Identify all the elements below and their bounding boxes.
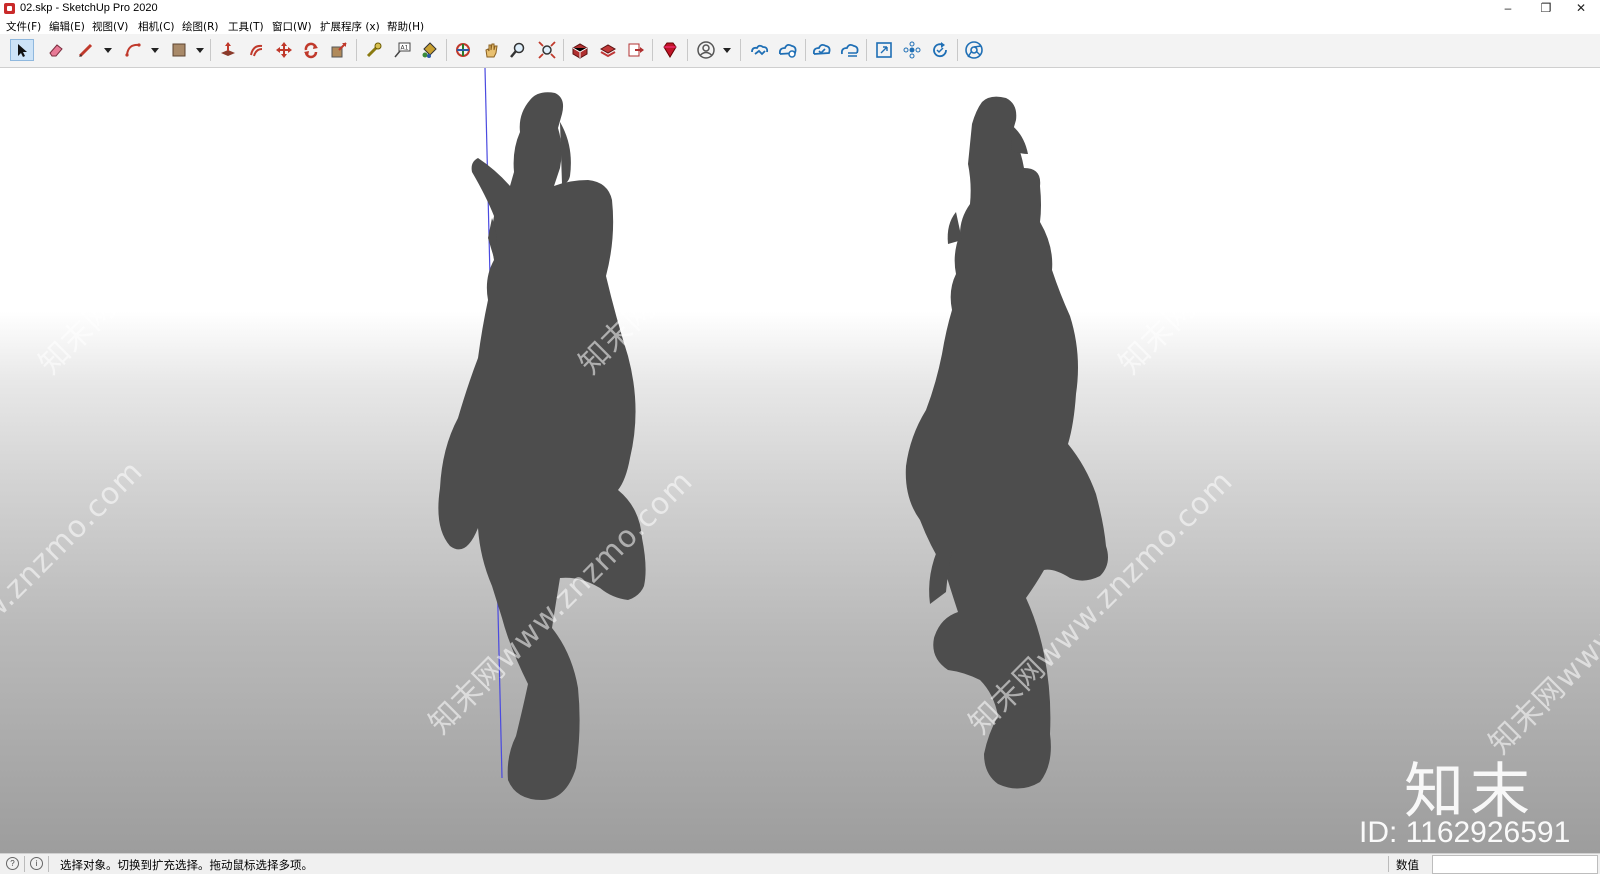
account-button[interactable] bbox=[694, 39, 718, 61]
zoom-extents-icon bbox=[538, 41, 556, 59]
menu-file[interactable]: 文件(F) bbox=[6, 19, 41, 34]
arc-icon bbox=[125, 43, 141, 57]
send-to-layout-icon bbox=[628, 43, 644, 57]
cloud-sync-button[interactable] bbox=[810, 39, 834, 61]
status-message: 选择对象。切换到扩充选择。拖动鼠标选择多项。 bbox=[60, 858, 313, 872]
title-bar: 02.skp - SketchUp Pro 2020 – ❐ ✕ bbox=[0, 0, 1600, 18]
zoom-icon bbox=[510, 42, 525, 58]
rectangle-tool-dropdown[interactable] bbox=[196, 48, 204, 53]
cloud-share-icon bbox=[778, 43, 797, 58]
text-label-icon: A1 bbox=[394, 42, 411, 58]
paint-bucket-icon bbox=[422, 42, 437, 58]
line-tool-button[interactable] bbox=[74, 39, 98, 61]
ruby-console-icon bbox=[663, 42, 677, 58]
follow-me-tool-button[interactable] bbox=[244, 39, 268, 61]
line-tool-dropdown[interactable] bbox=[104, 48, 112, 53]
offset-icon bbox=[250, 44, 263, 57]
menu-tools[interactable]: 工具(T) bbox=[228, 19, 264, 34]
zoom-tool-button[interactable] bbox=[506, 39, 530, 61]
text-tool-button[interactable]: A1 bbox=[390, 39, 414, 61]
menu-bar: 文件(F) 编辑(E) 视图(V) 相机(C) 绘图(R) 工具(T) 窗口(W… bbox=[0, 18, 1600, 34]
rectangle-icon bbox=[172, 43, 186, 57]
scale-tool-button[interactable] bbox=[327, 39, 351, 61]
menu-edit[interactable]: 编辑(E) bbox=[49, 19, 85, 34]
orbit-icon bbox=[456, 43, 470, 57]
minimize-button[interactable]: – bbox=[1490, 0, 1526, 18]
move-icon bbox=[276, 42, 292, 58]
status-bar: ? i 选择对象。切换到扩充选择。拖动鼠标选择多项。 数值 bbox=[0, 853, 1600, 874]
update-button[interactable] bbox=[928, 39, 952, 61]
zoom-extents-tool-button[interactable] bbox=[535, 39, 559, 61]
extension-warehouse-button[interactable] bbox=[596, 39, 620, 61]
3d-warehouse-icon bbox=[572, 43, 588, 59]
window-title: 02.skp - SketchUp Pro 2020 bbox=[20, 2, 158, 14]
measurements-label: 数值 bbox=[1396, 858, 1419, 872]
tape-measure-tool-button[interactable] bbox=[362, 39, 386, 61]
arc-tool-button[interactable] bbox=[121, 39, 145, 61]
info-icon[interactable]: i bbox=[30, 857, 43, 870]
menu-extensions[interactable]: 扩展程序 (x) bbox=[320, 19, 380, 34]
menu-draw[interactable]: 绘图(R) bbox=[182, 19, 219, 34]
extension-warehouse-icon bbox=[599, 44, 617, 58]
browser-button[interactable] bbox=[962, 39, 986, 61]
cloud-sync-icon bbox=[812, 43, 831, 55]
push-pull-icon bbox=[221, 42, 235, 56]
rectangle-tool-button[interactable] bbox=[167, 39, 191, 61]
components-icon bbox=[903, 41, 921, 59]
select-arrow-icon bbox=[18, 44, 27, 57]
push-pull-tool-button[interactable] bbox=[216, 39, 240, 61]
restore-button[interactable]: ❐ bbox=[1528, 0, 1564, 18]
cloud-list-icon bbox=[840, 43, 859, 57]
orbit-tool-button[interactable] bbox=[451, 39, 475, 61]
sketchup-app-icon bbox=[4, 3, 15, 14]
svg-text:A1: A1 bbox=[401, 45, 409, 52]
menu-help[interactable]: 帮助(H) bbox=[387, 19, 424, 34]
account-dropdown[interactable] bbox=[723, 48, 731, 53]
pan-hand-icon bbox=[485, 43, 498, 58]
geolocation-icon[interactable]: ? bbox=[6, 857, 19, 870]
modeling-viewport[interactable]: 知末网www.znzmo.com 知末网www.znzmo.com 知末网www… bbox=[0, 68, 1600, 853]
large-toolset-toolbar: A1 bbox=[0, 34, 1600, 68]
update-icon bbox=[933, 42, 947, 58]
arc-tool-dropdown[interactable] bbox=[151, 48, 159, 53]
send-to-layout-button[interactable] bbox=[624, 39, 648, 61]
menu-camera[interactable]: 相机(C) bbox=[138, 19, 175, 34]
cloud-list-button[interactable] bbox=[838, 39, 862, 61]
move-tool-button[interactable] bbox=[272, 39, 296, 61]
ruby-console-button[interactable] bbox=[658, 39, 682, 61]
brand-id-label: ID: 1162926591 bbox=[1359, 816, 1571, 849]
eraser-tool-button[interactable] bbox=[44, 39, 68, 61]
pencil-line-icon bbox=[78, 43, 93, 58]
components-button[interactable] bbox=[900, 39, 924, 61]
trimble-connect-icon bbox=[751, 44, 769, 56]
3d-warehouse-button[interactable] bbox=[568, 39, 592, 61]
trimble-connect-button[interactable] bbox=[748, 39, 772, 61]
tape-measure-icon bbox=[366, 42, 382, 58]
chrome-browser-icon bbox=[965, 41, 983, 59]
close-button[interactable]: ✕ bbox=[1563, 0, 1599, 18]
select-tool-button[interactable] bbox=[10, 39, 34, 61]
menu-view[interactable]: 视图(V) bbox=[92, 19, 128, 34]
account-icon bbox=[697, 41, 715, 59]
pan-tool-button[interactable] bbox=[479, 39, 503, 61]
rotate-icon bbox=[304, 42, 318, 59]
section-view-icon bbox=[876, 42, 892, 58]
paint-bucket-tool-button[interactable] bbox=[417, 39, 441, 61]
eraser-icon bbox=[49, 44, 63, 57]
rotate-tool-button[interactable] bbox=[299, 39, 323, 61]
section-view-button[interactable] bbox=[872, 39, 896, 61]
measurements-input[interactable] bbox=[1432, 855, 1598, 874]
cloud-share-button[interactable] bbox=[776, 39, 800, 61]
menu-window[interactable]: 窗口(W) bbox=[272, 19, 312, 34]
scale-icon bbox=[331, 42, 347, 58]
